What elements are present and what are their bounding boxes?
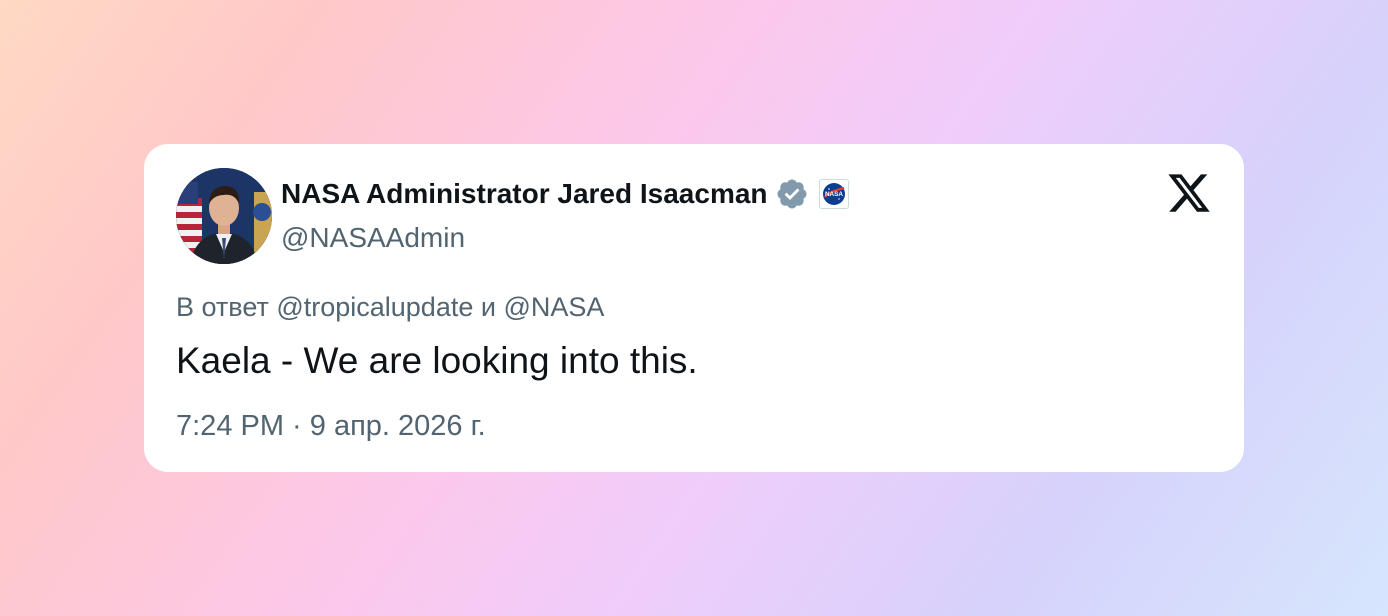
tweet-text: Kaela - We are looking into this. [176, 340, 698, 381]
reply-to-line[interactable]: В ответ @tropicalupdate и @NASA [176, 292, 604, 323]
author-info: NASA Administrator Jared Isaacman NASA @… [281, 174, 1124, 256]
avatar[interactable] [176, 168, 272, 264]
verified-badge-icon[interactable] [775, 177, 809, 211]
author-name-row: NASA Administrator Jared Isaacman NASA [281, 174, 1124, 214]
author-handle[interactable]: @NASAAdmin [281, 220, 1124, 256]
display-name[interactable]: NASA Administrator Jared Isaacman [281, 178, 768, 210]
svg-text:NASA: NASA [824, 191, 842, 198]
tweet-timestamp[interactable]: 7:24 PM · 9 апр. 2026 г. [176, 410, 486, 443]
avatar-photo [176, 168, 272, 264]
nasa-logo-icon[interactable]: NASA [818, 179, 849, 209]
x-logo-icon[interactable] [1166, 170, 1212, 216]
tweet-card[interactable]: NASA Administrator Jared Isaacman NASA @… [144, 144, 1244, 472]
